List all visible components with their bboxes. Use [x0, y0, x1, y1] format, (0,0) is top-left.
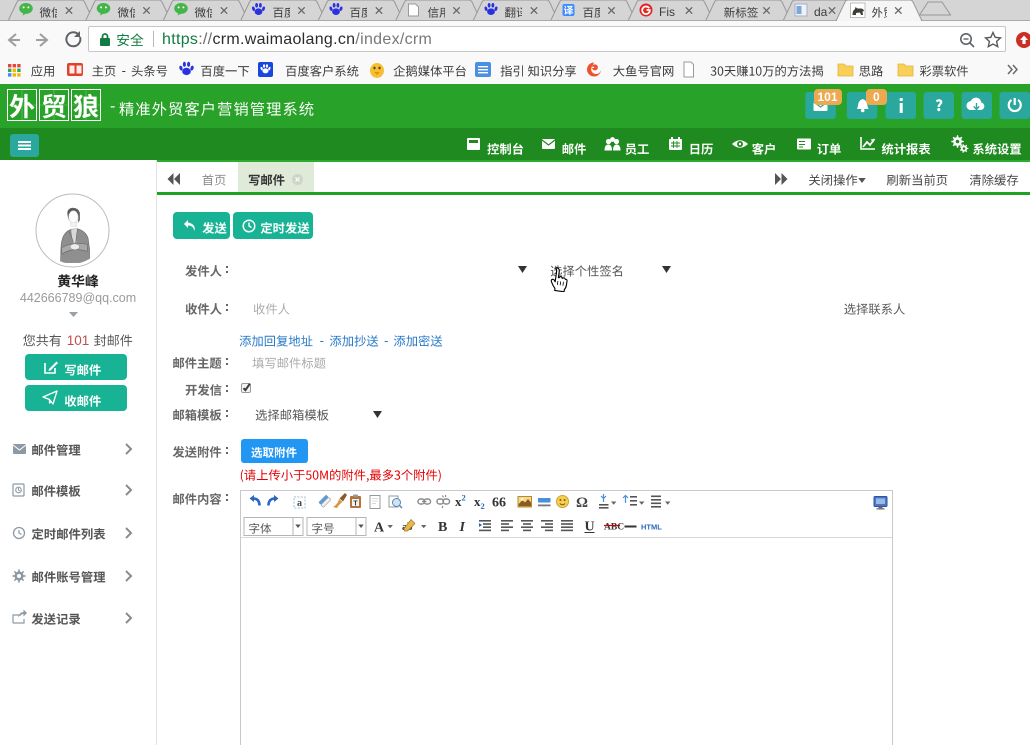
svg-text:2: 2 [462, 493, 466, 503]
svg-text:a: a [297, 498, 302, 509]
svg-text:ABC: ABC [604, 523, 624, 533]
svg-text:HTML: HTML [641, 523, 662, 532]
svg-text:T: T [353, 500, 358, 507]
svg-text:Ω: Ω [576, 495, 588, 511]
svg-text:B: B [438, 520, 447, 535]
svg-text:66: 66 [492, 496, 506, 511]
svg-text:A: A [374, 521, 385, 536]
svg-text:I: I [459, 520, 466, 535]
svg-text:2: 2 [481, 501, 485, 511]
